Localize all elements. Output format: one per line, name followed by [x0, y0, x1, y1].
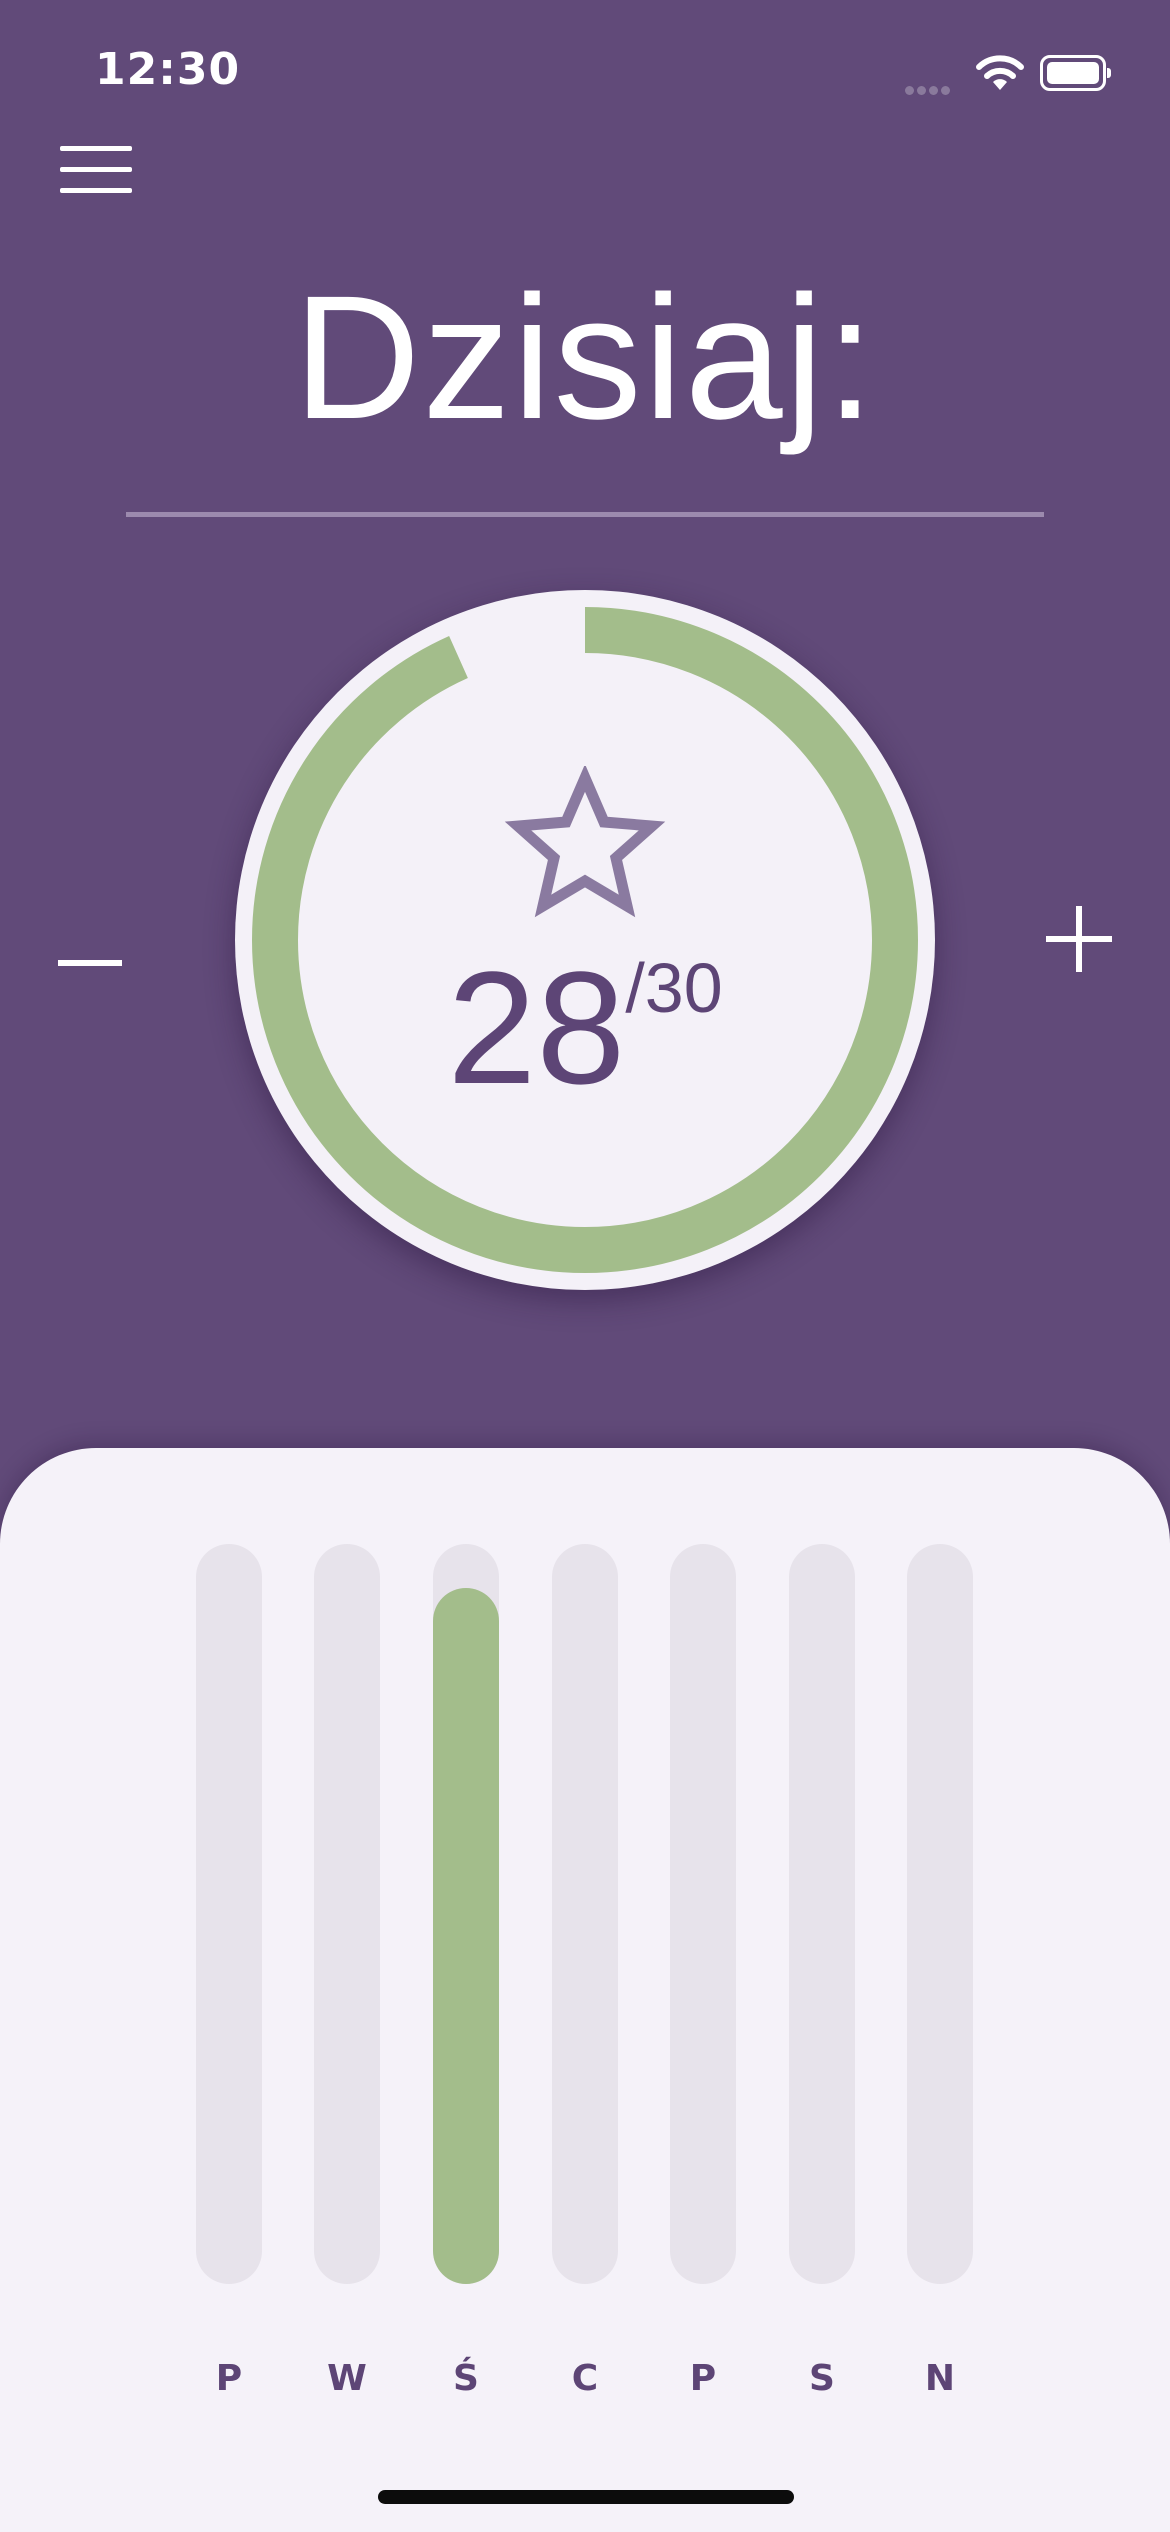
day-label: Ś: [453, 2358, 479, 2399]
day-bar-0[interactable]: [196, 1544, 262, 2284]
minus-icon: [58, 960, 122, 966]
day-bar-5[interactable]: [789, 1544, 855, 2284]
day-bar-2[interactable]: [433, 1544, 499, 2284]
count-value: 28: [447, 938, 626, 1117]
increment-button[interactable]: [1046, 906, 1112, 972]
count-display: 28/30: [235, 948, 935, 1108]
progress-ring: 28/30: [235, 590, 935, 1290]
day-bar-6[interactable]: [907, 1544, 973, 2284]
day-label: W: [327, 2358, 367, 2399]
home-indicator[interactable]: [378, 2490, 794, 2504]
day-label: S: [809, 2358, 835, 2399]
page-title: Dzisiaj:: [293, 260, 877, 456]
status-time: 12:30: [95, 44, 241, 95]
day-label: P: [215, 2358, 243, 2399]
day-bar-1[interactable]: [314, 1544, 380, 2284]
day-label: C: [571, 2358, 599, 2399]
day-label: P: [689, 2358, 717, 2399]
count-goal: /30: [625, 949, 723, 1027]
day-label: N: [924, 2358, 956, 2399]
menu-icon[interactable]: [60, 146, 132, 194]
decrement-button[interactable]: [58, 930, 122, 994]
title-divider: [126, 512, 1044, 517]
star-outline-icon: [504, 766, 666, 918]
battery-icon: [1040, 55, 1111, 91]
wifi-icon: [976, 55, 1024, 90]
status-bar: 12:30: [0, 0, 1170, 140]
day-bar-fill: [433, 1588, 499, 2284]
cellular-signal-icon: [905, 80, 953, 99]
day-bar-3[interactable]: [552, 1544, 618, 2284]
day-bar-4[interactable]: [670, 1544, 736, 2284]
weekly-history-panel: PWŚCPSN: [0, 1448, 1170, 2532]
